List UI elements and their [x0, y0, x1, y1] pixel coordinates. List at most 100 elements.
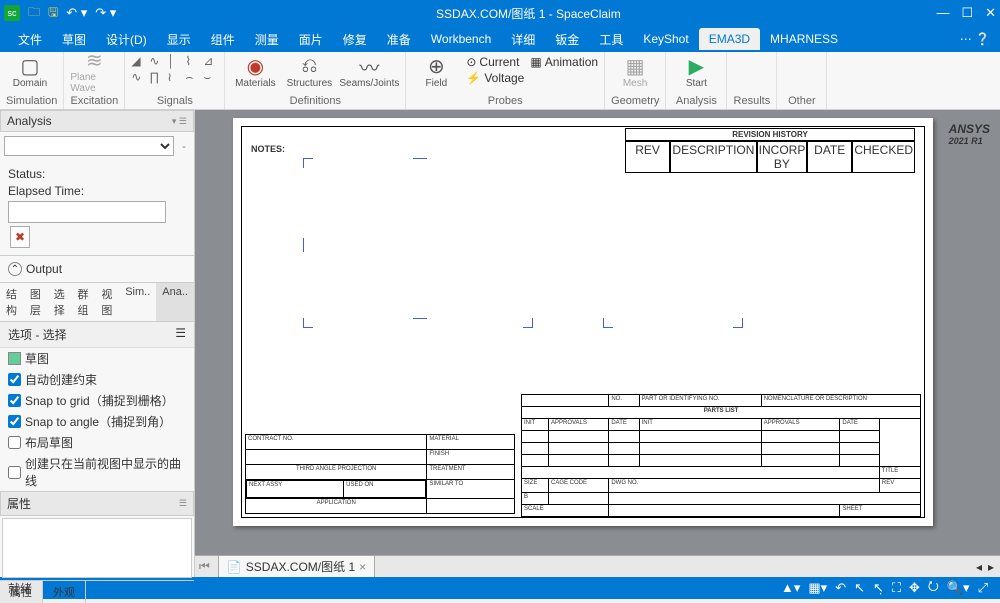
structures-button[interactable]: ⎌Structures [285, 54, 333, 89]
expand-icon[interactable]: ⌃ [8, 262, 22, 276]
domain-button[interactable]: ▢Domain [6, 54, 54, 89]
check-curves[interactable] [8, 466, 21, 479]
undo-button[interactable]: ↶ ▾ [66, 5, 87, 21]
sb-focus[interactable]: ⛶ [892, 580, 901, 596]
maximize-button[interactable]: ☐ [961, 5, 973, 21]
analysis-header[interactable]: Analysis▾ ☰ [0, 110, 194, 132]
menu-prepare[interactable]: 准备 [377, 27, 421, 52]
save-icon[interactable]: 🖫 [48, 3, 58, 24]
clear-button[interactable]: ✖ [10, 226, 30, 248]
structures-icon: ⎌ [301, 54, 317, 78]
sb-rotate[interactable]: ⭮ [928, 577, 939, 599]
close-tab-button[interactable]: × [359, 560, 366, 574]
play-icon: ▶ [689, 54, 704, 78]
ansys-logo: ANSYS2021 R1 [949, 120, 990, 146]
menu-display[interactable]: 显示 [157, 27, 201, 52]
animation-button[interactable]: ▦Animation [530, 55, 598, 69]
materials-button[interactable]: ◉Materials [231, 54, 279, 89]
check-snapangle[interactable] [8, 415, 21, 428]
collapse-icon[interactable]: ☰ [179, 498, 187, 509]
tab-structure[interactable]: 结构 [0, 283, 24, 321]
mark [413, 158, 427, 160]
menu-tools[interactable]: 工具 [589, 27, 633, 52]
sb-triangle[interactable]: ▲▾ [781, 580, 800, 596]
planewave-button[interactable]: ≋Plane Wave [70, 48, 118, 94]
analysis-select[interactable] [4, 136, 174, 156]
props-header[interactable]: 属性☰ [0, 491, 194, 516]
seams-button[interactable]: 〰Seams/Joints [339, 54, 399, 89]
mark [603, 318, 613, 328]
menu-mharness[interactable]: MHARNESS [760, 28, 848, 50]
menu-detail[interactable]: 详细 [501, 27, 545, 52]
tab-sim[interactable]: Sim.. [119, 283, 156, 321]
voltage-button[interactable]: ⚡Voltage [466, 71, 524, 85]
window-title: SSDAX.COM/图纸 1 - SpaceClaim [120, 5, 936, 22]
field-button[interactable]: ⊕Field [412, 54, 460, 89]
menu-keyshot[interactable]: KeyShot [633, 28, 698, 50]
panel-tabs: 结构 图层 选择 群组 视图 Sim.. Ana.. [0, 282, 194, 322]
group-label: Results [733, 94, 770, 107]
drawing-sheet[interactable]: NOTES: REVISION HISTORY REVDESCRIPTIONIN… [233, 118, 933, 526]
tab-nav-left[interactable]: ⏮ [199, 559, 210, 574]
tab-nav-prev[interactable]: ◂ [976, 560, 982, 574]
cube-icon: ▢ [21, 54, 40, 78]
tab-nav-next[interactable]: ▸ [988, 560, 994, 574]
tab-groups[interactable]: 群组 [72, 283, 96, 321]
folder-icon[interactable]: 🗀 [28, 3, 40, 24]
check-snapgrid[interactable] [8, 394, 21, 407]
sb-grid[interactable]: ▦▾ [808, 580, 827, 596]
group-label: Definitions [231, 94, 399, 107]
btab-appearance[interactable]: 外观 [43, 581, 86, 603]
menu-component[interactable]: 组件 [201, 27, 245, 52]
sb-cursor[interactable]: ↖ [854, 580, 865, 596]
elapsed-input[interactable] [8, 201, 166, 223]
mark [303, 318, 313, 328]
menu-workbench[interactable]: Workbench [421, 28, 501, 50]
menu-repair[interactable]: 修复 [333, 27, 377, 52]
signals-grid[interactable]: ◢∿│⌇⊿∿∏≀⌢⌣ [131, 54, 219, 85]
check-autoconstrain[interactable] [8, 373, 21, 386]
minimize-button[interactable]: — [936, 5, 949, 21]
help-button[interactable]: ⋯ ❔ [960, 32, 990, 46]
sb-move[interactable]: ✥ [909, 580, 920, 596]
materials-icon: ◉ [247, 54, 264, 78]
sketch-icon [8, 352, 21, 365]
clear-select-button[interactable]: - [182, 139, 186, 153]
current-button[interactable]: ⊙Current [466, 55, 524, 69]
menu-sheetmetal[interactable]: 钣金 [545, 27, 589, 52]
titlebar: sc 🗀 🖫 ↶ ▾ ↷ ▾ SSDAX.COM/图纸 1 - SpaceCla… [0, 0, 1000, 26]
menu-measure[interactable]: 测量 [245, 27, 289, 52]
collapse-icon[interactable]: ▾ ☰ [172, 116, 187, 127]
mesh-button[interactable]: ▦Mesh [611, 54, 659, 89]
collapse-icon[interactable]: ☰ [175, 326, 186, 343]
sb-cursor2[interactable]: ↖̣ [873, 580, 884, 596]
start-button[interactable]: ▶Start [672, 54, 720, 89]
menu-facet[interactable]: 面片 [289, 27, 333, 52]
doc-tab[interactable]: 📄SSDAX.COM/图纸 1× [218, 555, 375, 577]
sb-expand[interactable]: ⤢ [978, 580, 988, 596]
notes-label: NOTES: [251, 144, 285, 154]
tab-layers[interactable]: 图层 [24, 283, 48, 321]
title-block: NO.PART OR IDENTIFYING NO.NOMENCLATURE O… [521, 394, 921, 514]
check-layout[interactable] [8, 436, 21, 449]
tab-selection[interactable]: 选择 [48, 283, 72, 321]
mark [733, 318, 743, 328]
tab-views[interactable]: 视图 [95, 283, 119, 321]
menu-file[interactable]: 文件 [8, 27, 52, 52]
group-label: Geometry [611, 94, 659, 107]
options-header: 选项 - 选择☰ [0, 322, 194, 348]
redo-button[interactable]: ↷ ▾ [95, 5, 116, 21]
close-button[interactable]: ✕ [985, 5, 996, 21]
canvas[interactable]: ANSYS2021 R1 伤逝的安详 关注互联网与系统软件技术的IT技术博客 N… [195, 110, 1000, 577]
output-section[interactable]: ⌃Output [0, 255, 194, 282]
ribbon: ▢DomainSimulation ≋Plane WaveExcitation … [0, 52, 1000, 110]
sb-zoom[interactable]: 🔍▾ [947, 580, 970, 596]
field-icon: ⊕ [428, 54, 445, 78]
group-label: Analysis [672, 94, 720, 107]
sb-undo[interactable]: ↶ [835, 580, 846, 596]
group-label: Signals [131, 94, 218, 107]
tab-ana[interactable]: Ana.. [156, 283, 194, 321]
elapsed-label: Elapsed Time: [8, 184, 186, 198]
menu-ema3d[interactable]: EMA3D [699, 28, 760, 50]
revision-history: REVISION HISTORY REVDESCRIPTIONINCORP BY… [625, 128, 915, 173]
